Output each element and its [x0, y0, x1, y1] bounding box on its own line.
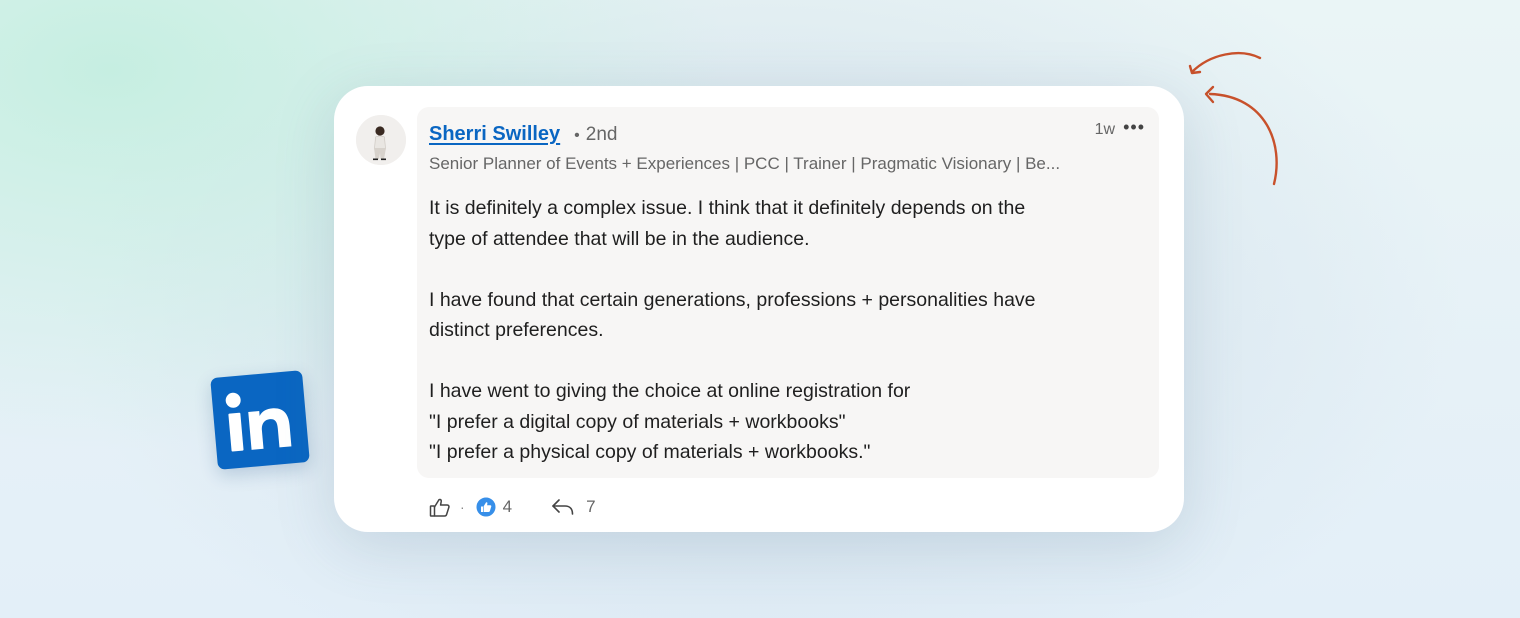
reply-button[interactable]: 7: [550, 496, 596, 518]
comment-bubble: Sherri Swilley • 2nd 1w ••• Senior Planne…: [417, 107, 1159, 478]
comment-line: I have found that certain generations, p…: [429, 288, 1036, 311]
more-options-button[interactable]: •••: [1123, 118, 1145, 136]
linkedin-logo-icon: [210, 370, 310, 470]
author-name-link[interactable]: Sherri Swilley: [429, 123, 560, 146]
reply-count: 7: [586, 497, 596, 516]
comment-meta: 1w •••: [1094, 118, 1145, 139]
comment-line: type of attendee that will be in the aud…: [429, 227, 810, 250]
comment-card: Sherri Swilley • 2nd 1w ••• Senior Planne…: [334, 86, 1184, 532]
comment-line: distinct preferences.: [429, 319, 604, 341]
comment-actions: · 4 7: [428, 494, 596, 520]
author-headline: Senior Planner of Events + Experiences |…: [429, 154, 1061, 173]
comment-timestamp: 1w: [1094, 121, 1116, 138]
comment-paragraph: It is definitely a complex issue. I thin…: [429, 193, 1144, 254]
comment-text: It is definitely a complex issue. I thin…: [429, 193, 1144, 468]
reaction-count: 4: [502, 497, 513, 516]
separator-dot: ·: [460, 499, 465, 515]
comment-paragraph: I have found that certain generations, p…: [429, 285, 1144, 346]
reply-arrow-icon: [552, 499, 574, 515]
thumbs-up-outline-icon: [429, 498, 450, 517]
bullet-separator: •: [574, 127, 580, 144]
comment-line: "I prefer a digital copy of materials + …: [429, 410, 846, 433]
connection-degree-label: 2nd: [585, 124, 618, 145]
like-reaction-icon: [475, 496, 497, 518]
curved-arrows-icon: [1188, 51, 1278, 186]
connection-degree: • 2nd: [574, 124, 617, 146]
comment-line: I have went to giving the choice at onli…: [429, 380, 911, 402]
comment-paragraph: I have went to giving the choice at onli…: [429, 376, 1144, 468]
author-row: Sherri Swilley • 2nd: [429, 123, 617, 146]
avatar[interactable]: [356, 115, 406, 165]
comment-line: It is definitely a complex issue. I thin…: [429, 197, 1026, 219]
reactions-summary[interactable]: 4: [475, 496, 512, 518]
comment-line: "I prefer a physical copy of materials +…: [429, 441, 871, 463]
like-button[interactable]: [428, 495, 452, 519]
